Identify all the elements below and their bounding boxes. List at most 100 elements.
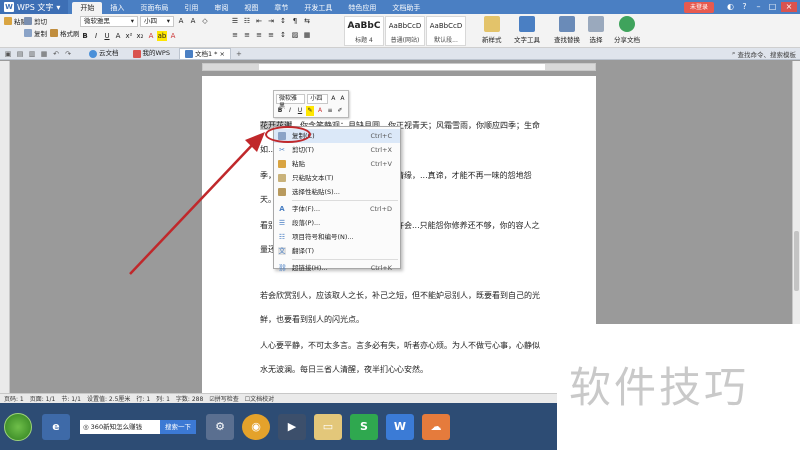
status-wordcount[interactable]: 字数: 288: [176, 394, 203, 403]
mini-font-size-select[interactable]: 小四: [307, 94, 328, 104]
close-icon[interactable]: ×: [219, 49, 224, 60]
text-color-icon[interactable]: A: [168, 31, 178, 41]
superscript-icon[interactable]: x²: [124, 31, 134, 41]
font-size-select[interactable]: 小四 ▾: [140, 16, 174, 27]
menu-item-font[interactable]: A 字体(F)... Ctrl+D: [274, 202, 400, 216]
wps-spreadsheet-icon[interactable]: S: [350, 413, 378, 440]
highlight-icon[interactable]: ab: [157, 31, 167, 41]
chrome-icon[interactable]: ◉: [242, 413, 270, 440]
menu-item-paragraph[interactable]: ☰ 段落(P)...: [274, 216, 400, 230]
grow-font-icon[interactable]: A: [176, 16, 186, 26]
font-name-select[interactable]: 微软雅黑 ▾: [80, 16, 138, 27]
italic-icon[interactable]: I: [91, 31, 101, 41]
save-icon[interactable]: ▥: [28, 50, 36, 58]
format-painter-icon[interactable]: ✐: [336, 106, 344, 116]
strikethrough-icon[interactable]: A: [113, 31, 123, 41]
sort-icon[interactable]: ↕: [278, 16, 288, 26]
redo-icon[interactable]: ↷: [64, 50, 72, 58]
media-icon[interactable]: ▶: [278, 413, 306, 440]
underline-icon[interactable]: U: [296, 106, 304, 116]
taskbar-search-input[interactable]: ◎ 360新知怎么赚钱: [80, 419, 160, 434]
cut-button[interactable]: 剪切: [24, 16, 47, 26]
tools-icon[interactable]: ⚙: [206, 413, 234, 440]
wps-writer-icon[interactable]: W: [386, 413, 414, 440]
align-icon[interactable]: ≡: [326, 106, 334, 116]
new-tab-icon[interactable]: +: [235, 50, 243, 58]
tab-my-wps[interactable]: 我的WPS: [128, 48, 175, 59]
undo-icon[interactable]: ↶: [52, 50, 60, 58]
align-right-icon[interactable]: ≡: [254, 30, 264, 40]
tab-references[interactable]: 引用: [176, 2, 206, 14]
menu-item-paste-text[interactable]: 只粘贴文本(T): [274, 171, 400, 185]
scrollbar-thumb[interactable]: [794, 231, 799, 291]
ie-icon[interactable]: e: [42, 413, 70, 440]
skin-icon[interactable]: ◐: [725, 2, 736, 12]
find-replace-button[interactable]: 查找替换: [554, 16, 580, 44]
show-marks-icon[interactable]: ¶: [290, 16, 300, 26]
subscript-icon[interactable]: x₂: [135, 31, 145, 41]
shrink-font-icon[interactable]: A: [188, 16, 198, 26]
bullets-icon[interactable]: ☰: [230, 16, 240, 26]
folder-icon[interactable]: ▭: [314, 413, 342, 440]
new-file-icon[interactable]: ▣: [4, 50, 12, 58]
tab-page-layout[interactable]: 页面布局: [132, 2, 176, 14]
tab-insert[interactable]: 插入: [102, 2, 132, 14]
maximize-icon[interactable]: □: [767, 2, 778, 12]
menu-item-bullets-numbering[interactable]: ☷ 项目符号和编号(N)...: [274, 230, 400, 244]
search-command[interactable]: ⌕ 查找命令、搜索模板: [732, 49, 796, 59]
underline-icon[interactable]: U: [102, 31, 112, 41]
align-center-icon[interactable]: ≡: [242, 30, 252, 40]
print-icon[interactable]: ▦: [40, 50, 48, 58]
menu-item-paste-special[interactable]: 选择性粘贴(S)...: [274, 185, 400, 199]
new-style-button[interactable]: 新样式: [482, 16, 502, 44]
tab-document1[interactable]: 文档1 * ×: [178, 48, 231, 60]
italic-icon[interactable]: I: [286, 106, 294, 116]
bold-icon[interactable]: B: [276, 106, 284, 116]
increase-indent-icon[interactable]: ⇥: [266, 16, 276, 26]
shading-icon[interactable]: ▨: [290, 30, 300, 40]
mini-font-name-select[interactable]: 微软雅黑: [276, 94, 306, 110]
login-button[interactable]: 未登录: [683, 1, 714, 13]
font-color-icon[interactable]: A: [316, 106, 324, 116]
start-button[interactable]: [4, 412, 32, 441]
share-doc-button[interactable]: 分享文档: [614, 16, 640, 44]
taskbar-search[interactable]: ◎ 360新知怎么赚钱 搜索一下: [80, 419, 196, 435]
font-color-icon[interactable]: A: [146, 31, 156, 41]
tab-doc-assistant[interactable]: 文档助手: [384, 2, 428, 14]
justify-icon[interactable]: ≡: [266, 30, 276, 40]
grow-font-icon[interactable]: A: [330, 94, 337, 104]
decrease-indent-icon[interactable]: ⇤: [254, 16, 264, 26]
style-default-para[interactable]: AaBbCcD 默认段...: [426, 16, 466, 46]
tab-review[interactable]: 审阅: [206, 2, 236, 14]
bold-icon[interactable]: B: [80, 31, 90, 41]
select-button[interactable]: 选择: [588, 16, 604, 44]
paragraph-5[interactable]: 人心要平静，不可太多言。言多必有失，听者亦心烦。为人不做亏心事，心静似水无波澜。…: [260, 334, 546, 382]
close-icon[interactable]: ×: [781, 2, 797, 12]
menu-item-hyperlink[interactable]: ⛓ 超链接(H)... Ctrl+K: [274, 261, 400, 275]
minimize-icon[interactable]: –: [753, 2, 764, 12]
borders-icon[interactable]: ▦: [302, 30, 312, 40]
help-icon[interactable]: ?: [739, 2, 750, 12]
menu-item-cut[interactable]: ✂ 剪切(T) Ctrl+X: [274, 143, 400, 157]
text-tools-button[interactable]: 文字工具: [514, 16, 540, 44]
app-menu-button[interactable]: W WPS 文字 ▾: [0, 0, 69, 14]
menu-item-paste[interactable]: 粘贴 Ctrl+V: [274, 157, 400, 171]
tab-cloud-docs[interactable]: 云文档: [84, 48, 124, 59]
numbering-icon[interactable]: ☷: [242, 16, 252, 26]
shrink-font-icon[interactable]: A: [339, 94, 346, 104]
style-normal-web[interactable]: AaBbCcD 普通(网站): [385, 16, 425, 46]
tab-icon[interactable]: ⇆: [302, 16, 312, 26]
copy-button[interactable]: 复制: [24, 28, 47, 38]
line-spacing-icon[interactable]: ↕: [278, 30, 288, 40]
status-spellcheck[interactable]: ☑拼写检查: [209, 394, 238, 403]
menu-item-translate[interactable]: 文 翻译(T): [274, 244, 400, 258]
tab-sections[interactable]: 章节: [266, 2, 296, 14]
tab-view[interactable]: 视图: [236, 2, 266, 14]
wps-cloud-icon[interactable]: ☁: [422, 413, 450, 440]
clear-format-icon[interactable]: ◇: [200, 16, 210, 26]
status-doc-check[interactable]: ☐文档校对: [245, 394, 274, 403]
highlight-icon[interactable]: ✎: [306, 106, 314, 116]
taskbar-search-button[interactable]: 搜索一下: [160, 419, 196, 434]
paragraph-4[interactable]: 若会欣赏别人，应该取人之长，补己之短，但不能妒忌别人，既要看到自己的光鲜，也要看…: [260, 284, 546, 332]
tab-home[interactable]: 开始: [72, 2, 103, 14]
